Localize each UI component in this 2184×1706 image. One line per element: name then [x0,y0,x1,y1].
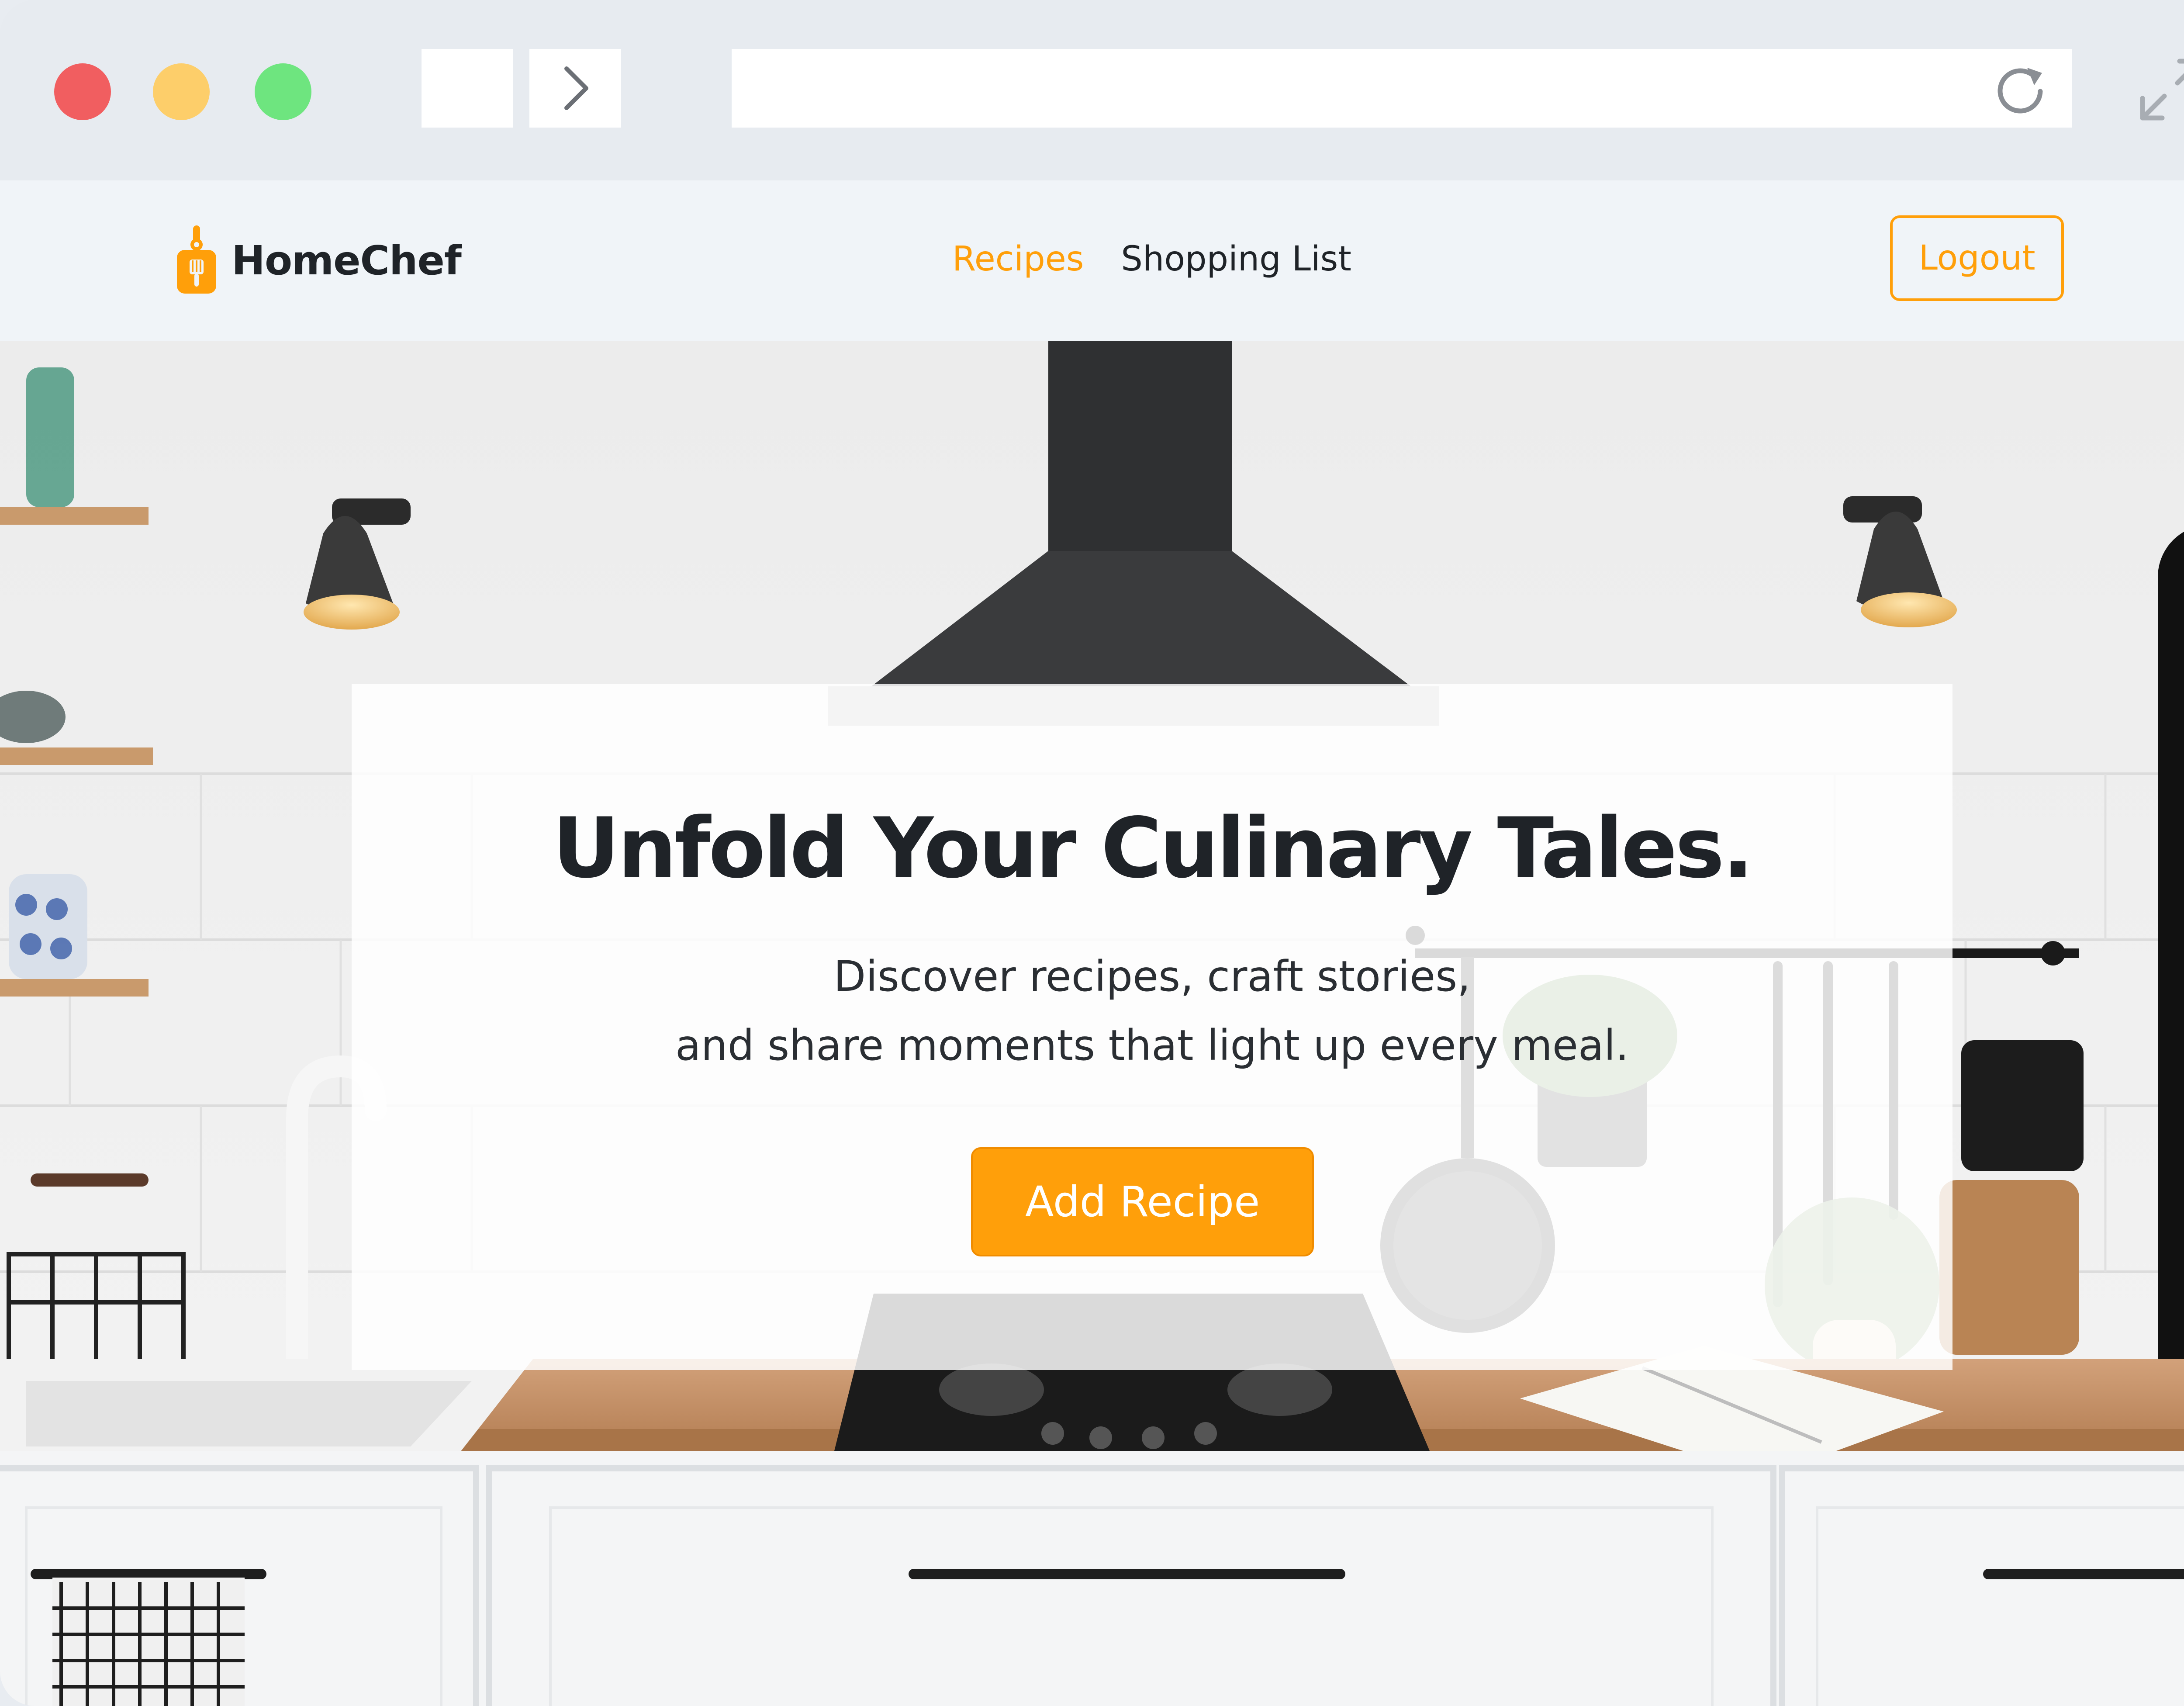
hero-title: Unfold Your Culinary Tales. [552,800,1754,896]
brand-link[interactable]: HomeChef [175,225,462,295]
back-icon [422,49,513,128]
hero-subtitle-line-1: Discover recipes, craft stories, [833,952,1471,1001]
logout-button[interactable]: Logout [1890,215,2064,301]
back-button[interactable] [422,49,513,128]
browser-window: HomeChef Recipes Shopping List Logout Un… [0,0,2184,1706]
main-nav: Recipes Shopping List [952,233,1351,285]
brand-name: HomeChef [232,237,462,284]
maximize-window-button[interactable] [255,63,311,120]
forward-icon [564,66,588,110]
address-bar[interactable] [732,49,2072,128]
nav-link-shopping-list[interactable]: Shopping List [1121,239,1351,279]
forward-button[interactable] [529,49,621,128]
hero-subtitle-line-2: and share moments that light up every me… [675,1021,1629,1070]
hero-card: Unfold Your Culinary Tales. Discover rec… [352,684,1952,1370]
minimize-window-button[interactable] [153,63,210,120]
hero-section: Unfold Your Culinary Tales. Discover rec… [0,341,2184,1706]
reload-icon[interactable] [1993,60,2050,117]
hero-subtitle: Discover recipes, craft stories, and sha… [352,942,1952,1080]
site-header: HomeChef Recipes Shopping List Logout [0,180,2184,341]
chef-board-icon [177,225,216,294]
nav-link-recipes[interactable]: Recipes [952,239,1084,279]
close-window-button[interactable] [54,63,111,120]
expand-icon[interactable] [2134,52,2184,127]
add-recipe-button[interactable]: Add Recipe [971,1147,1314,1256]
browser-toolbar [0,0,2184,180]
